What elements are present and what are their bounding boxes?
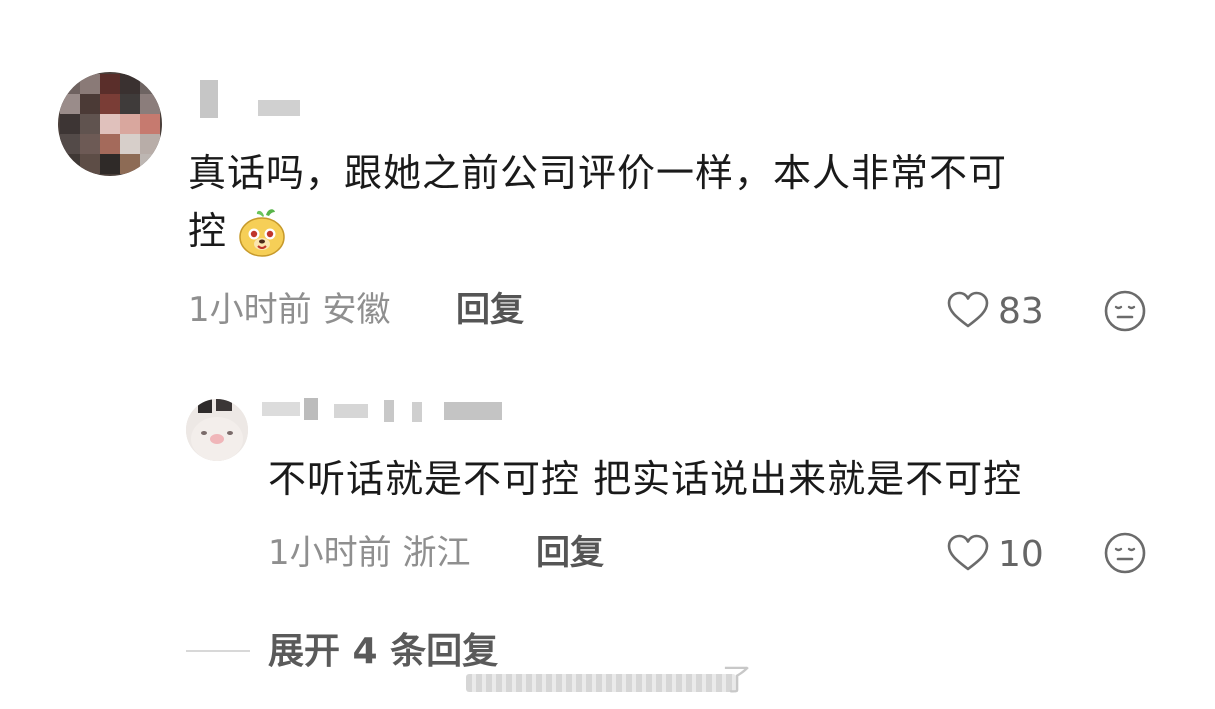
reply-like-count: 10 — [998, 534, 1044, 575]
reply-time: 1小时前 — [268, 533, 392, 573]
dog-emoji — [236, 206, 288, 258]
reply-avatar[interactable] — [186, 399, 248, 461]
reply-to-reply-button[interactable]: 回复 — [536, 533, 604, 573]
reply-meta: 1小时前 浙江 — [268, 533, 470, 573]
watermark-suffix: 了 — [722, 663, 752, 698]
like-button[interactable]: 83 — [946, 290, 1044, 334]
reply-text: 不听话就是不可控 把实话说出来就是不可控 — [268, 457, 1023, 501]
meh-face-icon[interactable] — [1102, 288, 1148, 338]
like-count: 83 — [998, 291, 1044, 332]
reply-like-button[interactable]: 10 — [946, 533, 1044, 577]
expand-divider — [186, 650, 250, 652]
comment-location: 安徽 — [322, 290, 391, 330]
watermark-handle-blurred — [466, 674, 736, 692]
reply-location: 浙江 — [402, 533, 471, 573]
comment-text: 真话吗，跟她之前公司评价一样，本人非常不可 — [188, 151, 1008, 195]
heart-outline-icon — [946, 533, 990, 577]
reply-button[interactable]: 回复 — [456, 290, 524, 330]
comment-text-continued: 控 — [188, 209, 228, 253]
avatar[interactable] — [58, 72, 162, 176]
comment-time: 1小时前 — [188, 290, 312, 330]
heart-outline-icon — [946, 290, 990, 334]
watermark: 了 — [458, 664, 756, 698]
meh-face-icon[interactable] — [1102, 530, 1148, 580]
comment-meta: 1小时前 安徽 — [188, 290, 390, 330]
expand-replies-button[interactable]: 展开 4 条回复 — [268, 631, 498, 673]
